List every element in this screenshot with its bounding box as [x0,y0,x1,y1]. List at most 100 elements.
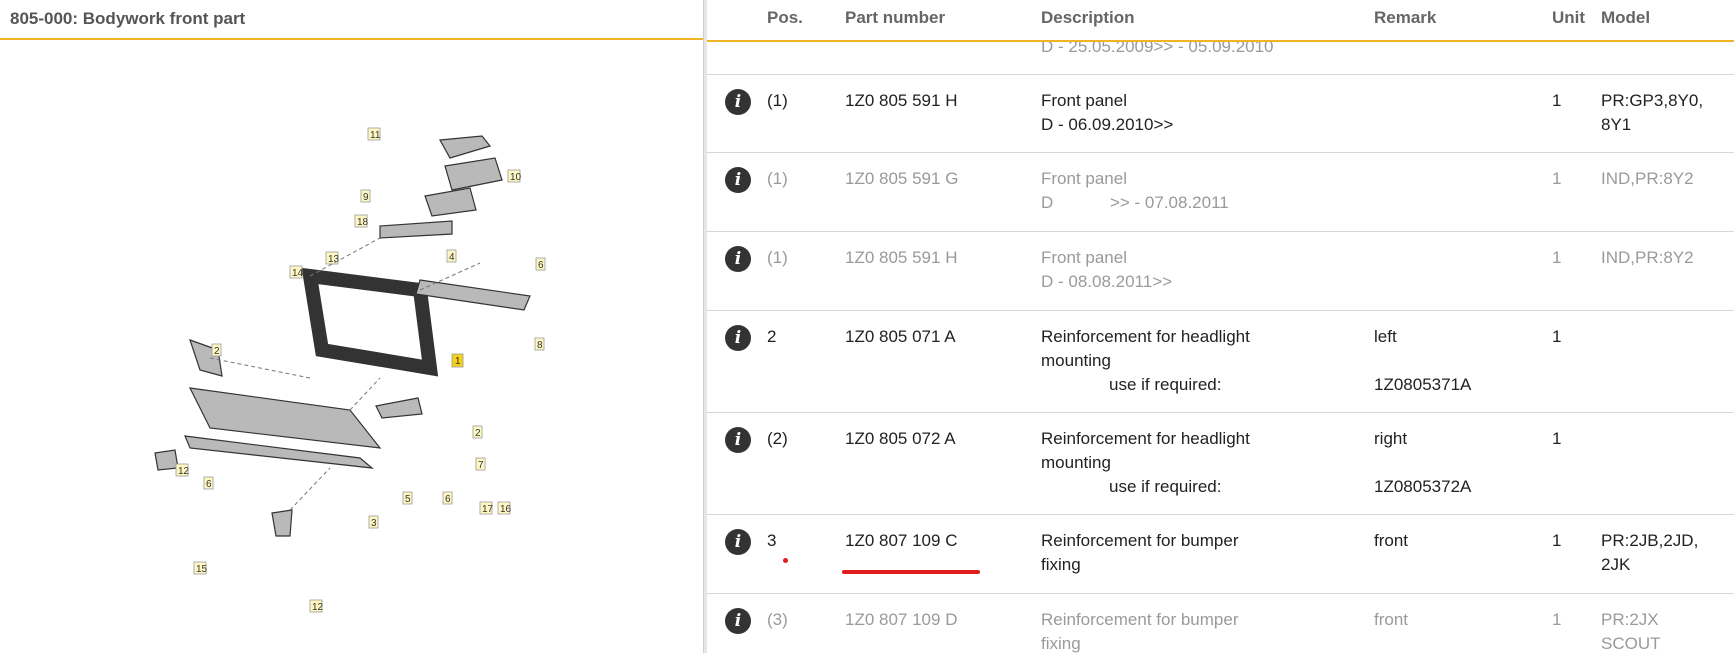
info-icon[interactable]: i [725,167,751,193]
svg-text:17: 17 [482,504,494,515]
remark-line2: 1Z0805371A [1374,375,1472,394]
part-12b-shape [271,509,293,537]
table-row[interactable]: i (3) 1Z0 807 109 D Reinforcement for bumpe… [707,594,1734,653]
part-number-cell[interactable]: 1Z0 805 071 A [845,325,956,349]
part-number-cell[interactable]: 1Z0 805 591 H [845,246,957,270]
model-cell: IND,PR:8Y2 [1601,169,1694,188]
svg-text:14: 14 [292,268,304,279]
svg-text:13: 13 [328,254,340,265]
desc-note: use if required: [1109,375,1222,394]
desc-cell: Reinforcement for headlight [1041,429,1250,448]
pos-cell: 3 [767,531,777,550]
col-unit-header[interactable]: Unit [1552,8,1585,28]
part-9-shape [424,187,477,217]
part-number-cell[interactable]: 1Z0 805 591 G [845,167,958,191]
svg-text:8: 8 [537,340,543,351]
desc-cell: Reinforcement for bumper [1041,531,1239,550]
model-cell: PR:2JB,2JD, [1601,531,1699,550]
remark-cell: front [1374,610,1409,629]
model-cell: PR:GP3,8Y0, [1601,91,1704,110]
unit-cell: 1 [1552,610,1562,629]
pos-cell: (1) [767,91,788,110]
svg-text:10: 10 [510,172,522,183]
remark-line2: 1Z0805372A [1374,477,1472,496]
remark-cell: right [1374,429,1408,448]
svg-text:4: 4 [449,252,455,263]
table-row[interactable]: i (1) 1Z0 805 591 H Front panel D - 08.08.20… [707,232,1734,311]
unit-cell: 1 [1552,327,1562,346]
table-row[interactable]: i 2 1Z0 805 071 A Reinforcement for headlig… [707,311,1734,413]
pos-cell: 2 [767,327,777,346]
annotation-dot [783,558,788,563]
svg-text:6: 6 [206,479,212,490]
part-number-cell[interactable]: 1Z0 807 109 D [845,608,957,632]
diagram-panel: 805-000: Bodywork front part 11 10 9 18 … [0,0,703,653]
table-row[interactable]: i (1) 1Z0 805 591 H Front panel D - 06.09.20… [707,75,1734,153]
part-number-cell[interactable]: 1Z0 805 591 H [845,89,957,113]
part-18-shape [379,220,453,239]
info-icon[interactable]: i [725,427,751,453]
table-row[interactable]: i (1) 1Z0 805 591 G Front panel D >> - 07.08… [707,153,1734,232]
model-cell: PR:2JX [1601,610,1659,629]
part-10-shape [444,157,503,191]
svg-text:5: 5 [405,494,411,505]
unit-cell: 1 [1552,429,1562,448]
desc-cell: Reinforcement for bumper [1041,610,1239,629]
model-line2: 2JK [1601,555,1631,574]
unit-cell: 1 [1552,248,1562,267]
part-number-cell[interactable]: 1Z0 807 109 C [845,529,957,553]
pos-cell: (2) [767,429,788,448]
svg-text:12: 12 [178,466,190,477]
part-number-cell[interactable]: 1Z0 805 072 A [845,427,956,451]
unit-cell: 1 [1552,169,1562,188]
desc-line2: D - 08.08.2011>> [1041,272,1173,291]
svg-text:15: 15 [196,564,208,575]
col-model-header[interactable]: Model [1601,8,1650,28]
desc-line2: D - 06.09.2010>> [1041,115,1174,134]
info-icon[interactable]: i [725,608,751,634]
svg-text:6: 6 [445,494,451,505]
svg-text:9: 9 [363,192,369,203]
svg-text:3: 3 [371,518,377,529]
col-pos-header[interactable]: Pos. [767,8,803,28]
svg-text:16: 16 [500,504,512,515]
desc-line2: mounting [1041,453,1111,472]
page-title: 805-000: Bodywork front part [10,9,246,28]
remark-cell: left [1374,327,1397,346]
pos-cell: (1) [767,248,788,267]
model-line2: SCOUT [1601,634,1661,653]
unit-cell: 1 [1552,531,1562,550]
desc-cell: Reinforcement for headlight [1041,327,1250,346]
model-cell: IND,PR:8Y2 [1601,248,1694,267]
desc-line2: D >> - 07.08.2011 [1041,193,1229,212]
table-row[interactable]: i (2) 1Z0 805 072 A Reinforcement for headl… [707,413,1734,515]
table-row[interactable]: i 3 1Z0 807 109 C Reinforcement for bumper f… [707,515,1734,594]
svg-text:6: 6 [538,260,544,271]
pos-cell: (1) [767,169,788,188]
info-icon[interactable]: i [725,89,751,115]
info-icon[interactable]: i [725,246,751,272]
col-desc-header[interactable]: Description [1041,8,1135,28]
part-2-right-shape [375,397,423,419]
part-3-shape [188,387,382,449]
col-remark-header[interactable]: Remark [1374,8,1436,28]
desc-line2: mounting [1041,351,1111,370]
annotation-underline [842,570,980,574]
part-1-shape [301,267,439,377]
svg-text:2: 2 [475,428,481,439]
table-header: Pos. Part number Description Remark Unit… [707,0,1734,42]
pos-cell: (3) [767,610,788,629]
exploded-parts-diagram[interactable]: 11 10 9 18 13 14 4 6 8 1 2 2 7 12 6 5 6 … [150,118,550,618]
unit-cell: 1 [1552,91,1562,110]
svg-text:11: 11 [370,130,381,141]
desc-line2: fixing [1041,634,1081,653]
diagram-header: 805-000: Bodywork front part [0,0,703,40]
desc-cell: Front panel [1041,248,1127,267]
info-icon[interactable]: i [725,325,751,351]
part-11-shape [439,135,492,159]
desc-line2: fixing [1041,555,1081,574]
col-part-header[interactable]: Part number [845,8,945,28]
info-icon[interactable]: i [725,529,751,555]
desc-cell: Front panel [1041,169,1127,188]
svg-text:12: 12 [312,602,324,613]
